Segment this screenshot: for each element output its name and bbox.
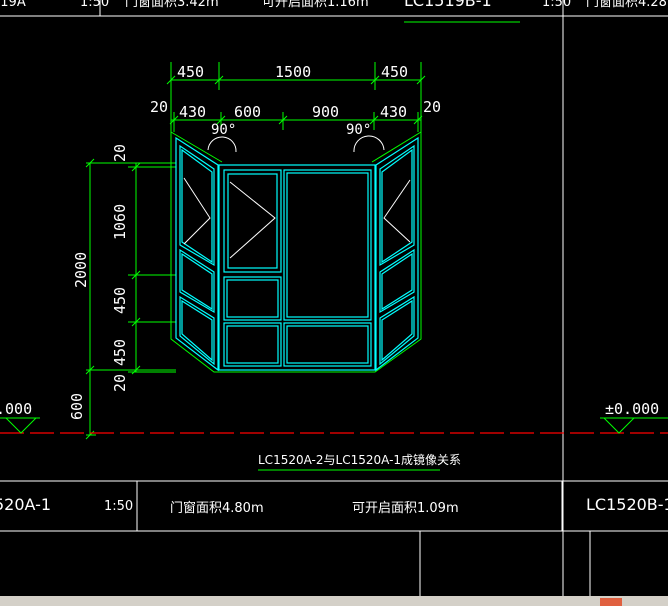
- bay-window-elevation: [170, 131, 422, 373]
- drawing-caption: LC1520A-2与LC1520A-1成镜像关系: [258, 452, 461, 467]
- angle-label-left: 90°: [211, 122, 236, 138]
- level-label-left: .000: [0, 400, 32, 418]
- right-side-glass-top: [381, 148, 413, 264]
- fixed-glass-large: [286, 172, 369, 318]
- dim-vertical-top: 20: [111, 144, 129, 162]
- window-outline: [170, 132, 422, 373]
- title-scale: 1:50: [104, 499, 133, 514]
- opening-marker-casement: [229, 181, 276, 259]
- dim-vertical-bottom: 20: [111, 374, 129, 392]
- title-top-scale-left: 1:50: [80, 0, 109, 10]
- opening-marker-right: [383, 179, 411, 243]
- left-side-glass-top: [181, 148, 213, 264]
- dim-vertical-middle: 450: [111, 287, 129, 314]
- dim-vertical-lower: 450: [111, 339, 129, 366]
- dim-sill-height: 600: [68, 393, 86, 420]
- dim-top-inner-2: 600: [234, 103, 261, 121]
- dim-total-height: 2000: [72, 252, 90, 288]
- dim-top-outer-right: 450: [381, 63, 408, 81]
- dim-top-inner-4: 430: [380, 103, 407, 121]
- dim-top-outer-left: 450: [177, 63, 204, 81]
- title-openable-area: 可开启面积1.09m: [352, 501, 459, 516]
- dim-top-inner-3: 900: [312, 103, 339, 121]
- dim-edge-right: 20: [423, 98, 441, 116]
- cad-drawing-canvas: 519A 1:50 门窗面积3.42m 可开启面积1.16m LC1519B-1…: [0, 0, 668, 606]
- dim-edge-left: 20: [150, 98, 168, 116]
- title-top-area-right: 门窗面积4.28m: [586, 0, 668, 10]
- ground-level: .000 ±0.000: [0, 400, 668, 434]
- title-top-scale-right: 1:50: [542, 0, 571, 10]
- status-strip: [0, 596, 668, 606]
- title-code-right: LC1520B-1: [586, 495, 668, 514]
- title-top-open-area-left: 可开启面积1.16m: [262, 0, 369, 10]
- dim-top-inner-1: 430: [179, 103, 206, 121]
- title-code-left: 520A-1: [0, 495, 51, 514]
- level-label-right: ±0.000: [605, 400, 659, 418]
- level-marker-right: [603, 417, 636, 434]
- dim-vertical-upper: 1060: [111, 204, 129, 240]
- dimension-chain-left: [85, 158, 176, 440]
- title-block-top: 519A 1:50 门窗面积3.42m 可开启面积1.16m LC1519B-1…: [0, 0, 668, 606]
- title-top-code-left: 519A: [0, 0, 26, 10]
- opening-marker-left: [183, 177, 211, 245]
- dim-top-outer-middle: 1500: [275, 63, 311, 81]
- dimension-text-top: 450 1500 450 430 600 900 430 20 20 90° 9…: [150, 63, 441, 138]
- title-top-area-left: 门窗面积3.42m: [125, 0, 219, 10]
- title-top-code-right: LC1519B-1: [404, 0, 492, 10]
- title-block-bottom: [0, 480, 668, 606]
- dimension-text-left: 20 1060 450 450 20 2000 600: [68, 144, 129, 420]
- level-marker-left: [5, 417, 38, 434]
- title-window-area: 门窗面积4.80m: [170, 500, 264, 516]
